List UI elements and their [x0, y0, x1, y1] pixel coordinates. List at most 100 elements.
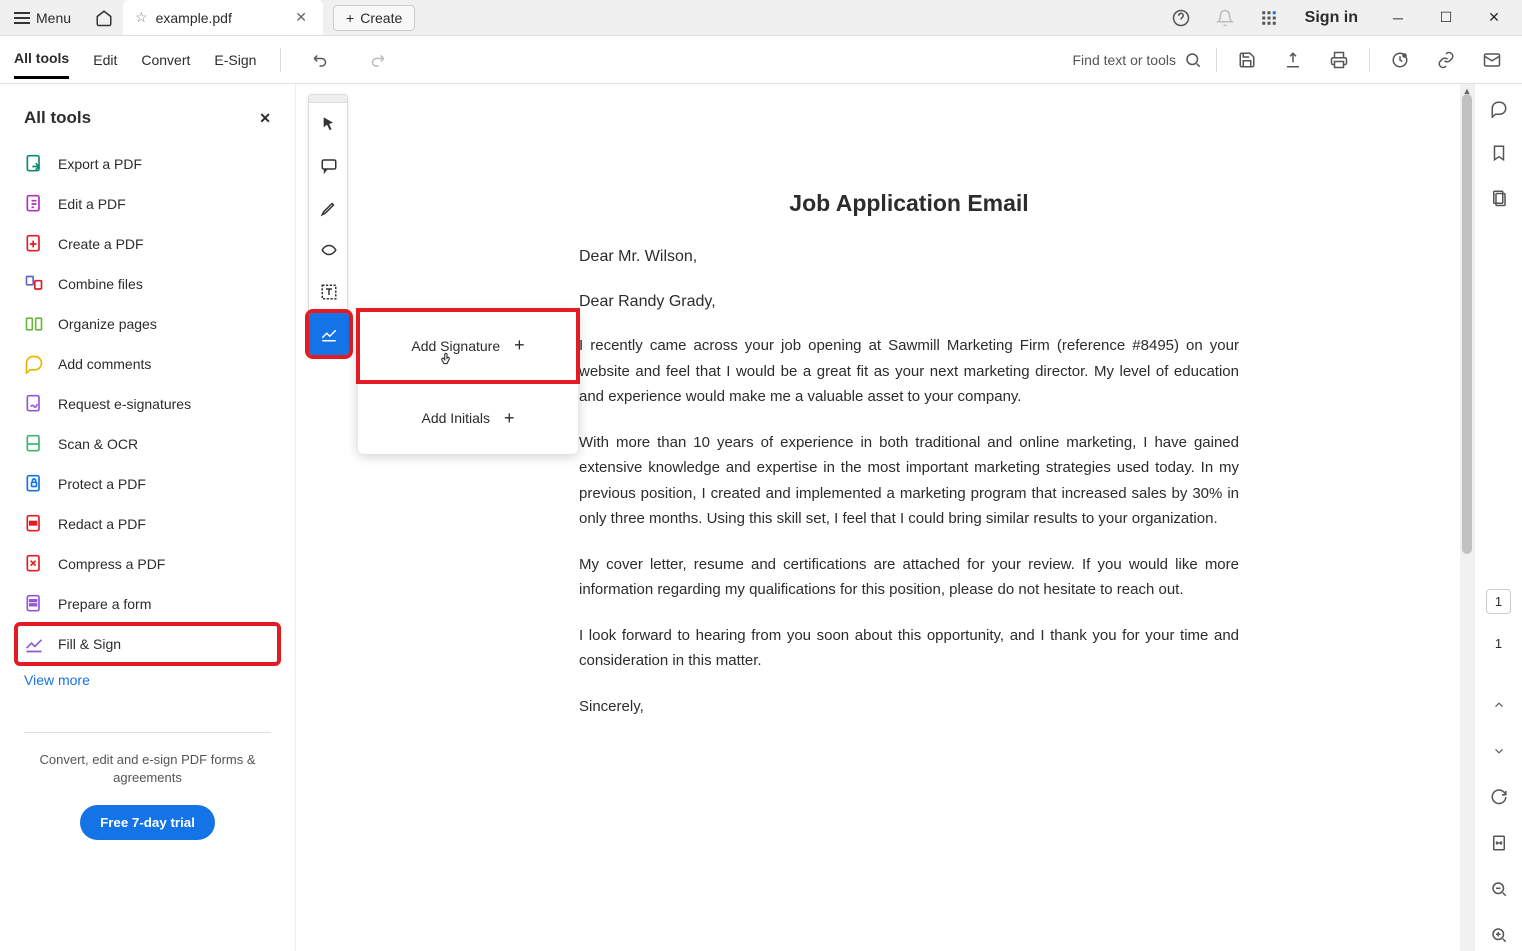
- create-button[interactable]: + Create: [333, 5, 415, 31]
- divider: [1216, 48, 1217, 72]
- combine-icon: [24, 274, 44, 294]
- vt-highlight[interactable]: [309, 187, 349, 229]
- esign-icon: [24, 394, 44, 414]
- apps-button[interactable]: [1253, 2, 1285, 34]
- tool-protect-pdf[interactable]: Protect a PDF: [16, 464, 279, 504]
- tool-redact-pdf[interactable]: Redact a PDF: [16, 504, 279, 544]
- compress-icon: [24, 554, 44, 574]
- vt-draw[interactable]: [309, 229, 349, 271]
- find-input[interactable]: Find text or tools: [1073, 51, 1203, 69]
- tool-add-comments[interactable]: Add comments: [16, 344, 279, 384]
- protect-icon: [24, 474, 44, 494]
- toolbar: All tools Edit Convert E-Sign Find text …: [0, 36, 1522, 84]
- plus-icon: +: [346, 10, 354, 26]
- redact-icon: [24, 514, 44, 534]
- hamburger-icon: [14, 12, 30, 24]
- star-icon: ☆: [135, 9, 148, 26]
- tab-filename: example.pdf: [156, 10, 232, 26]
- tool-create-pdf[interactable]: Create a PDF: [16, 224, 279, 264]
- view-more-link[interactable]: View more: [16, 664, 279, 696]
- email-button[interactable]: [1476, 44, 1508, 76]
- tool-scan-ocr[interactable]: Scan & OCR: [16, 424, 279, 464]
- help-button[interactable]: [1165, 2, 1197, 34]
- notification-button[interactable]: [1209, 2, 1241, 34]
- maximize-button[interactable]: ☐: [1426, 2, 1466, 34]
- panel-close-button[interactable]: ✕: [259, 110, 271, 127]
- vt-sign[interactable]: [309, 313, 349, 355]
- signin-button[interactable]: Sign in: [1297, 9, 1366, 27]
- rr-comment-panel[interactable]: [1483, 96, 1515, 122]
- print-button[interactable]: [1323, 44, 1355, 76]
- tab-close-button[interactable]: ✕: [291, 7, 311, 28]
- vt-select[interactable]: [309, 103, 349, 145]
- tool-export-pdf[interactable]: Export a PDF: [16, 144, 279, 184]
- toolbar-edit[interactable]: Edit: [93, 42, 117, 78]
- create-label: Create: [360, 10, 402, 26]
- document-area: Add Signature + Add Initials + Job Appli…: [296, 84, 1522, 951]
- upload-button[interactable]: [1277, 44, 1309, 76]
- toolbar-all-tools[interactable]: All tools: [14, 40, 69, 79]
- add-signature-button[interactable]: Add Signature +: [358, 310, 578, 382]
- divider: [1369, 48, 1370, 72]
- tool-request-esignatures[interactable]: Request e-signatures: [16, 384, 279, 424]
- minimize-button[interactable]: ─: [1378, 2, 1418, 34]
- rr-pages[interactable]: [1483, 185, 1515, 211]
- doc-p2: With more than 10 years of experience in…: [579, 430, 1239, 532]
- menu-button[interactable]: Menu: [0, 0, 85, 35]
- rr-zoom-in[interactable]: [1483, 919, 1515, 951]
- scrollbar-thumb[interactable]: [1462, 94, 1472, 554]
- search-icon: [1184, 51, 1202, 69]
- undo-button[interactable]: [305, 44, 337, 76]
- rr-rotate[interactable]: [1483, 781, 1515, 813]
- form-icon: [24, 594, 44, 614]
- toolbar-convert[interactable]: Convert: [141, 42, 190, 78]
- scan-icon: [24, 434, 44, 454]
- close-window-button[interactable]: ✕: [1474, 2, 1514, 34]
- vertical-scrollbar[interactable]: ▲: [1460, 84, 1474, 951]
- rr-bookmark[interactable]: [1483, 140, 1515, 166]
- bookmark-icon: [1490, 144, 1508, 162]
- home-button[interactable]: [85, 0, 123, 35]
- undo-icon: [312, 51, 330, 69]
- tool-compress-pdf[interactable]: Compress a PDF: [16, 544, 279, 584]
- rr-page-up[interactable]: [1483, 689, 1515, 721]
- pdf-document: Job Application Email Dear Mr. Wilson, D…: [559, 84, 1259, 779]
- plus-icon: +: [504, 408, 515, 429]
- toolbar-esign[interactable]: E-Sign: [214, 42, 256, 78]
- tool-organize-pages[interactable]: Organize pages: [16, 304, 279, 344]
- doc-greeting2: Dear Randy Grady,: [579, 288, 1239, 315]
- rr-zoom-out[interactable]: [1483, 873, 1515, 905]
- save-button[interactable]: [1231, 44, 1263, 76]
- redo-icon: [368, 51, 386, 69]
- tool-edit-pdf[interactable]: Edit a PDF: [16, 184, 279, 224]
- export-icon: [24, 154, 44, 174]
- tool-list: Export a PDF Edit a PDF Create a PDF Com…: [0, 144, 295, 696]
- right-rail: 1 1: [1474, 84, 1522, 951]
- tool-combine-files[interactable]: Combine files: [16, 264, 279, 304]
- window-controls: ─ ☐ ✕: [1378, 2, 1514, 34]
- free-trial-button[interactable]: Free 7-day trial: [80, 805, 215, 840]
- share-button[interactable]: [1384, 44, 1416, 76]
- tool-prepare-form[interactable]: Prepare a form: [16, 584, 279, 624]
- tool-fill-sign[interactable]: Fill & Sign: [16, 624, 279, 664]
- add-initials-button[interactable]: Add Initials +: [358, 382, 578, 454]
- title-bar: Menu ☆ example.pdf ✕ + Create Sign in ─ …: [0, 0, 1522, 36]
- redo-button[interactable]: [361, 44, 393, 76]
- link-button[interactable]: [1430, 44, 1462, 76]
- link-icon: [1437, 51, 1455, 69]
- rr-page-down[interactable]: [1483, 735, 1515, 767]
- panel-footer: Convert, edit and e-sign PDF forms & agr…: [0, 732, 295, 840]
- organize-icon: [24, 314, 44, 334]
- titlebar-right: Sign in ─ ☐ ✕: [1165, 0, 1522, 35]
- current-page-badge[interactable]: 1: [1486, 589, 1511, 614]
- rr-page-width[interactable]: [1483, 827, 1515, 859]
- document-tab[interactable]: ☆ example.pdf ✕: [123, 0, 323, 35]
- drag-handle[interactable]: [309, 95, 347, 103]
- help-icon: [1172, 9, 1190, 27]
- vt-text[interactable]: [309, 271, 349, 313]
- left-panel: All tools ✕ Export a PDF Edit a PDF Crea…: [0, 84, 296, 951]
- text-icon: [320, 283, 338, 301]
- draw-icon: [320, 241, 338, 259]
- vt-comment[interactable]: [309, 145, 349, 187]
- comment-panel-icon: [1490, 100, 1508, 118]
